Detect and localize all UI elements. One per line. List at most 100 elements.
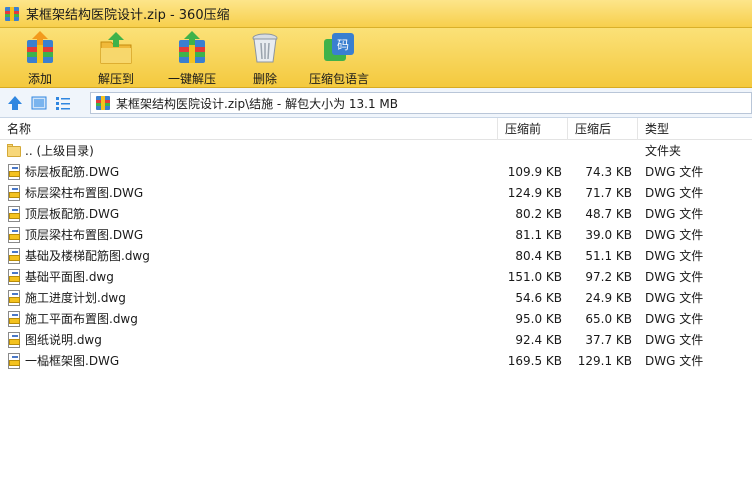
column-header: 名称 压缩前 压缩后 类型 xyxy=(0,117,752,140)
quick-extract-icon xyxy=(174,31,210,65)
original-size: 97.2 KB xyxy=(585,269,632,284)
extract-to-button-label: 解压到 xyxy=(97,72,134,86)
original-size: 65.0 KB xyxy=(585,311,632,326)
dwg-file-icon xyxy=(6,205,22,222)
quick-extract-button[interactable]: 一键解压 xyxy=(152,28,232,88)
dwg-file-icon xyxy=(6,247,22,264)
file-name-cell: 顶层板配筋.DWG xyxy=(0,205,498,222)
details-view-icon[interactable] xyxy=(54,94,72,112)
file-type: DWG 文件 xyxy=(645,249,704,263)
file-name: 顶层板配筋.DWG xyxy=(25,207,120,221)
trash-icon xyxy=(247,31,283,65)
compressed-size: 92.4 KB xyxy=(515,332,562,347)
file-name: 图纸说明.dwg xyxy=(25,333,102,347)
column-original-header[interactable]: 压缩后 xyxy=(568,117,638,140)
dwg-file-icon xyxy=(6,289,22,306)
file-name: 顶层梁柱布置图.DWG xyxy=(25,228,144,242)
file-name-cell: 基础平面图.dwg xyxy=(0,268,498,285)
column-compressed-header[interactable]: 压缩前 xyxy=(498,117,568,140)
file-name: 基础及楼梯配筋图.dwg xyxy=(25,249,150,263)
compressed-size: 81.1 KB xyxy=(515,227,562,242)
compressed-size: 124.9 KB xyxy=(507,185,562,200)
svg-text:码: 码 xyxy=(337,38,349,52)
toolbar: 添加 解压到 一键解压 删除 码 压缩包语言 xyxy=(0,28,752,88)
dwg-file-icon xyxy=(6,184,22,201)
title-bar: 某框架结构医院设计.zip - 360压缩 xyxy=(0,0,752,28)
add-button[interactable]: 添加 xyxy=(0,28,80,88)
file-row[interactable]: 基础及楼梯配筋图.dwg 80.4 KB 51.1 KB DWG 文件 xyxy=(0,245,752,266)
file-row[interactable]: 图纸说明.dwg 92.4 KB 37.7 KB DWG 文件 xyxy=(0,329,752,350)
file-name-cell: 顶层梁柱布置图.DWG xyxy=(0,226,498,243)
file-name: 基础平面图.dwg xyxy=(25,270,114,284)
language-icon: 码 xyxy=(321,31,357,65)
file-row[interactable]: 基础平面图.dwg 151.0 KB 97.2 KB DWG 文件 xyxy=(0,266,752,287)
file-name-cell: 标层板配筋.DWG xyxy=(0,163,498,180)
quick-extract-button-label: 一键解压 xyxy=(167,72,216,86)
file-row[interactable]: 施工进度计划.dwg 54.6 KB 24.9 KB DWG 文件 xyxy=(0,287,752,308)
compressed-size: 95.0 KB xyxy=(515,311,562,326)
original-size: 74.3 KB xyxy=(585,164,632,179)
file-row[interactable]: 一榀框架图.DWG 169.5 KB 129.1 KB DWG 文件 xyxy=(0,350,752,371)
file-type: DWG 文件 xyxy=(645,207,704,221)
column-name-header[interactable]: 名称 xyxy=(0,117,498,140)
file-row[interactable]: 顶层梁柱布置图.DWG 81.1 KB 39.0 KB DWG 文件 xyxy=(0,224,752,245)
file-row[interactable]: 顶层板配筋.DWG 80.2 KB 48.7 KB DWG 文件 xyxy=(0,203,752,224)
file-type: DWG 文件 xyxy=(645,333,704,347)
dwg-file-icon xyxy=(6,163,22,180)
compressed-size: 169.5 KB xyxy=(507,353,562,368)
file-name: 标层梁柱布置图.DWG xyxy=(25,186,144,200)
delete-button[interactable]: 删除 xyxy=(232,28,298,88)
file-name: 标层板配筋.DWG xyxy=(25,165,120,179)
original-size: 129.1 KB xyxy=(577,353,632,368)
file-row[interactable]: 标层板配筋.DWG 109.9 KB 74.3 KB DWG 文件 xyxy=(0,161,752,182)
file-name: 施工进度计划.dwg xyxy=(25,291,126,305)
file-type: 文件夹 xyxy=(645,144,682,158)
file-name-cell: 基础及楼梯配筋图.dwg xyxy=(0,247,498,264)
folder-icon xyxy=(6,143,22,159)
extract-to-button[interactable]: 解压到 xyxy=(80,28,152,88)
original-size: 24.9 KB xyxy=(585,290,632,305)
file-name-cell: 施工平面布置图.dwg xyxy=(0,310,498,327)
column-type-header[interactable]: 类型 xyxy=(638,118,752,140)
path-field[interactable]: 某框架结构医院设计.zip\结施 - 解包大小为 13.1 MB xyxy=(90,92,752,114)
file-name: .. (上级目录) xyxy=(25,144,94,158)
original-size: 37.7 KB xyxy=(585,332,632,347)
extract-to-icon xyxy=(98,31,134,65)
compressed-size: 80.2 KB xyxy=(515,206,562,221)
up-arrow-icon[interactable] xyxy=(6,94,24,112)
archive-icon xyxy=(95,95,111,111)
file-type: DWG 文件 xyxy=(645,186,704,200)
dwg-file-icon xyxy=(6,310,22,327)
archive-language-button-label: 压缩包语言 xyxy=(308,72,369,86)
file-row[interactable]: 标层梁柱布置图.DWG 124.9 KB 71.7 KB DWG 文件 xyxy=(0,182,752,203)
archive-app-icon xyxy=(4,6,20,22)
archive-language-button[interactable]: 码 压缩包语言 xyxy=(298,28,380,88)
original-size: 71.7 KB xyxy=(585,185,632,200)
dwg-file-icon xyxy=(6,268,22,285)
dwg-file-icon xyxy=(6,331,22,348)
address-bar: 某框架结构医院设计.zip\结施 - 解包大小为 13.1 MB xyxy=(0,88,752,118)
file-type: DWG 文件 xyxy=(645,270,704,284)
delete-button-label: 删除 xyxy=(252,72,277,86)
file-type: DWG 文件 xyxy=(645,354,704,368)
compressed-size: 54.6 KB xyxy=(515,290,562,305)
file-name-cell: 标层梁柱布置图.DWG xyxy=(0,184,498,201)
file-row[interactable]: .. (上级目录) 文件夹 xyxy=(0,140,752,161)
file-name-cell: 图纸说明.dwg xyxy=(0,331,498,348)
add-archive-icon xyxy=(22,31,58,65)
file-type: DWG 文件 xyxy=(645,228,704,242)
file-type: DWG 文件 xyxy=(645,291,704,305)
add-button-label: 添加 xyxy=(27,72,52,86)
file-name: 一榀框架图.DWG xyxy=(25,354,120,368)
file-type: DWG 文件 xyxy=(645,312,704,326)
original-size: 48.7 KB xyxy=(585,206,632,221)
file-name-cell: 施工进度计划.dwg xyxy=(0,289,498,306)
compressed-size: 151.0 KB xyxy=(507,269,562,284)
file-row[interactable]: 施工平面布置图.dwg 95.0 KB 65.0 KB DWG 文件 xyxy=(0,308,752,329)
original-size: 51.1 KB xyxy=(585,248,632,263)
file-rows: .. (上级目录) 文件夹标层板配筋.DWG 109.9 KB 74.3 KB DWG … xyxy=(0,140,752,371)
dwg-file-icon xyxy=(6,226,22,243)
path-text: 某框架结构医院设计.zip\结施 - 解包大小为 13.1 MB xyxy=(116,96,399,111)
large-icons-view-icon[interactable] xyxy=(30,94,48,112)
compressed-size: 80.4 KB xyxy=(515,248,562,263)
